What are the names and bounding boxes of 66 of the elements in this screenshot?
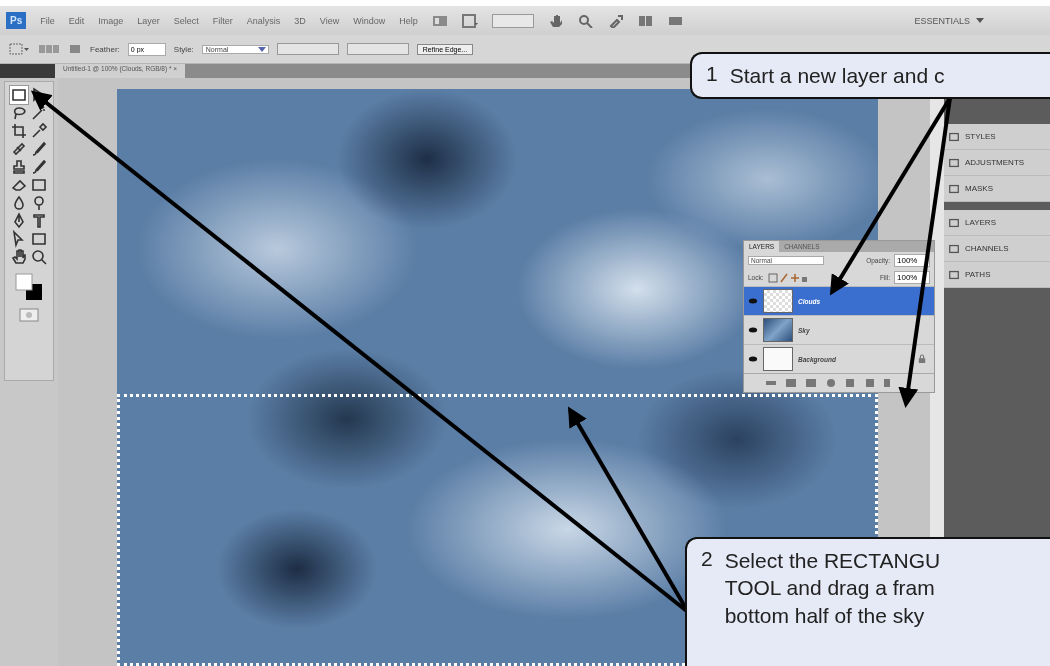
style-label: Style: xyxy=(173,44,194,54)
panel-label: ADJUSTMENTS xyxy=(964,157,1026,168)
panel-icon xyxy=(948,156,960,169)
frame-icon[interactable] xyxy=(461,13,478,28)
stamp-tool-icon[interactable] xyxy=(10,158,28,176)
panel-button[interactable]: STYLES xyxy=(944,124,1050,150)
panel-icon xyxy=(948,268,960,281)
hand-tool-icon[interactable] xyxy=(10,248,28,266)
shape-tool-icon[interactable] xyxy=(30,230,48,248)
zoom-icon[interactable] xyxy=(577,13,594,28)
step-number: 1 xyxy=(706,62,718,87)
arrange-icon[interactable] xyxy=(637,13,654,28)
panel-label: MASKS xyxy=(964,183,994,194)
panel-icon xyxy=(948,242,960,255)
callout-text: Select the RECTANGU TOOL and drag a fram bottom half of the sky xyxy=(724,548,941,629)
hand-icon[interactable] xyxy=(547,13,564,28)
panel-button[interactable]: CHANNELS xyxy=(944,236,1050,262)
marquee-icon[interactable] xyxy=(8,41,30,57)
eyedropper-tool-icon[interactable] xyxy=(30,122,48,140)
wand-tool-icon[interactable] xyxy=(30,104,48,122)
zoom-tool-icon[interactable] xyxy=(30,248,48,266)
color-swatches-icon[interactable] xyxy=(14,272,44,302)
eye-icon[interactable] xyxy=(748,355,758,363)
menu-item[interactable]: 3D xyxy=(294,15,306,26)
marquee-tool-icon[interactable] xyxy=(10,86,28,104)
menu-item[interactable]: Edit xyxy=(68,15,85,26)
panel-icon xyxy=(948,130,960,143)
panel-button[interactable]: LAYERS xyxy=(944,210,1050,236)
caret-icon[interactable] xyxy=(976,18,984,23)
lock-options-icon[interactable] xyxy=(767,271,808,284)
menu-item[interactable]: Analysis xyxy=(246,15,281,26)
brush-tool-icon[interactable] xyxy=(30,158,48,176)
crop-tool-icon[interactable] xyxy=(10,122,28,140)
feather-label: Feather: xyxy=(90,44,120,54)
layer-thumbnail xyxy=(763,347,793,371)
width-field[interactable] xyxy=(276,43,339,55)
app-logo[interactable]: Ps xyxy=(6,12,27,29)
step-number: 2 xyxy=(701,547,713,572)
panel-button[interactable]: PATHS xyxy=(944,262,1050,288)
menu-item[interactable]: Help xyxy=(399,15,418,26)
panel-label: PATHS xyxy=(964,269,992,280)
brush-tool-icon[interactable] xyxy=(30,140,48,158)
menu-item[interactable]: Filter xyxy=(212,15,233,26)
menu-item[interactable]: File xyxy=(40,15,55,26)
caret-icon[interactable] xyxy=(257,46,266,52)
layer-thumbnail xyxy=(763,289,793,313)
panel-label: LAYERS xyxy=(964,217,997,228)
toolbox-header-bar xyxy=(0,64,55,78)
height-field[interactable] xyxy=(346,43,409,55)
layer-thumbnail xyxy=(763,318,793,342)
panel-button[interactable]: MASKS xyxy=(944,176,1050,202)
panel-icon xyxy=(948,216,960,229)
menu-item[interactable]: Layer xyxy=(137,15,160,26)
menu-item[interactable]: Image xyxy=(98,15,124,26)
menu-item[interactable]: View xyxy=(319,15,340,26)
panel-label: STYLES xyxy=(964,131,997,142)
type-tool-icon[interactable] xyxy=(30,212,48,230)
callout-text: Start a new layer and c xyxy=(729,63,945,89)
panel-button[interactable]: ADJUSTMENTS xyxy=(944,150,1050,176)
eye-icon[interactable] xyxy=(748,326,758,334)
heal-tool-icon[interactable] xyxy=(10,140,28,158)
panel-icon xyxy=(948,182,960,195)
panel-label: CHANNELS xyxy=(964,243,1010,254)
menu-item[interactable]: Window xyxy=(353,15,386,26)
workspace-button[interactable]: ESSENTIALS xyxy=(914,15,970,26)
menu-item[interactable]: Select xyxy=(173,15,199,26)
